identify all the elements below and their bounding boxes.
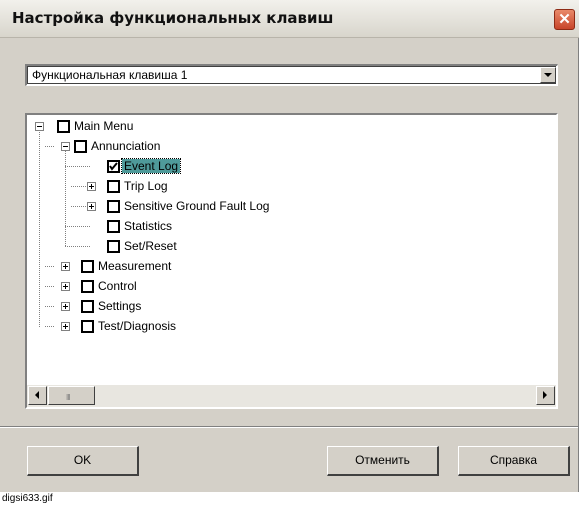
tree-item-settings[interactable]: Settings — [96, 299, 143, 313]
tree-item-statistics[interactable]: Statistics — [122, 219, 174, 233]
tree-line — [65, 166, 90, 167]
tree-line — [45, 286, 54, 287]
tree-item-trip-log[interactable]: Trip Log — [122, 179, 170, 193]
checkbox-set-reset[interactable] — [107, 240, 120, 253]
checkmark-icon — [109, 162, 118, 171]
tree-item-set-reset[interactable]: Set/Reset — [122, 239, 179, 253]
tree-item-test-diagnosis[interactable]: Test/Diagnosis — [96, 319, 178, 333]
tree-line — [45, 326, 54, 327]
menu-tree-content: Main Menu Annunciation Event Log Trip Lo… — [27, 115, 556, 385]
tree-line — [45, 306, 54, 307]
close-button[interactable]: ✕ — [554, 9, 575, 30]
scroll-left-button[interactable] — [28, 386, 47, 405]
grip-icon: III — [66, 393, 71, 402]
title-bar: Настройка функциональных клавиш ✕ — [0, 0, 579, 38]
collapse-icon[interactable] — [61, 142, 70, 151]
checkbox-measurement[interactable] — [81, 260, 94, 273]
help-button[interactable]: Справка — [458, 446, 570, 476]
tree-item-sensitive-ground-fault-log[interactable]: Sensitive Ground Fault Log — [122, 199, 271, 213]
checkbox-event-log[interactable] — [107, 160, 120, 173]
expand-icon[interactable] — [87, 182, 96, 191]
checkbox-main-menu[interactable] — [57, 120, 70, 133]
tree-item-measurement[interactable]: Measurement — [96, 259, 173, 273]
tree-line — [65, 226, 90, 227]
checkbox-trip-log[interactable] — [107, 180, 120, 193]
expand-icon[interactable] — [87, 202, 96, 211]
function-key-select-value: Функциональная клавиша 1 — [32, 68, 188, 82]
checkbox-settings[interactable] — [81, 300, 94, 313]
tree-item-control[interactable]: Control — [96, 279, 139, 293]
horizontal-scrollbar[interactable]: III — [27, 385, 556, 407]
close-icon: ✕ — [558, 11, 571, 28]
image-caption: digsi633.gif — [2, 493, 53, 504]
collapse-icon[interactable] — [35, 122, 44, 131]
tree-item-annunciation[interactable]: Annunciation — [89, 139, 162, 153]
tree-line — [45, 266, 54, 267]
expand-icon[interactable] — [61, 302, 70, 311]
dialog-title: Настройка функциональных клавиш — [12, 9, 334, 27]
menu-tree-view[interactable]: Main Menu Annunciation Event Log Trip Lo… — [25, 113, 558, 409]
expand-icon[interactable] — [61, 322, 70, 331]
function-keys-dialog: Настройка функциональных клавиш ✕ Функци… — [0, 0, 579, 492]
scroll-thumb[interactable]: III — [48, 386, 95, 405]
expand-icon[interactable] — [61, 282, 70, 291]
arrow-right-icon — [543, 391, 547, 399]
tree-line — [45, 146, 54, 147]
checkbox-test-diagnosis[interactable] — [81, 320, 94, 333]
tree-line — [65, 246, 90, 247]
checkbox-sensitive-ground-fault-log[interactable] — [107, 200, 120, 213]
tree-item-main-menu[interactable]: Main Menu — [72, 119, 135, 133]
checkbox-control[interactable] — [81, 280, 94, 293]
arrow-left-icon — [35, 391, 39, 399]
checkbox-annunciation[interactable] — [74, 140, 87, 153]
function-key-select[interactable]: Функциональная клавиша 1 — [25, 64, 558, 86]
tree-line — [65, 150, 66, 246]
cancel-button[interactable]: Отменить — [327, 446, 439, 476]
dropdown-button[interactable] — [540, 67, 556, 83]
scroll-right-button[interactable] — [536, 386, 555, 405]
tree-item-event-log[interactable]: Event Log — [120, 158, 182, 174]
checkbox-statistics[interactable] — [107, 220, 120, 233]
tree-line — [39, 130, 40, 327]
ok-button[interactable]: OK — [27, 446, 139, 476]
expand-icon[interactable] — [61, 262, 70, 271]
separator — [0, 426, 578, 428]
chevron-down-icon — [544, 73, 552, 77]
